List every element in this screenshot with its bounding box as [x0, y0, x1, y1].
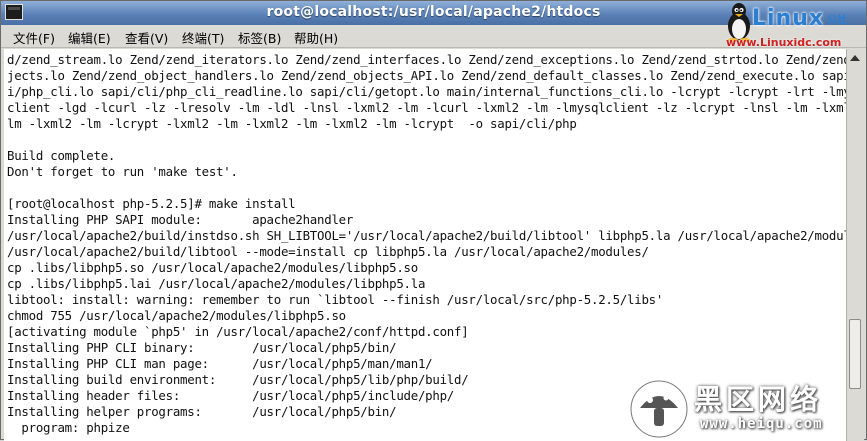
terminal-line: Installing PHP CLI man page: /usr/local/… — [7, 356, 433, 371]
terminal-line: d/zend_stream.lo Zend/zend_iterators.lo … — [7, 52, 846, 67]
menu-view[interactable]: 查看(V) — [125, 28, 168, 47]
menu-help[interactable]: 帮助(H) — [294, 28, 338, 47]
linuxidc-watermark: Linux 公社 www.Linuxidc.com — [722, 2, 867, 52]
heiqu-watermark: 黑区网络 www.heiqu.com — [628, 378, 863, 440]
linux-logo-url: www.Linuxidc.com — [726, 36, 842, 49]
terminal-line: Installing PHP CLI binary: /usr/local/ph… — [7, 340, 397, 355]
heiqu-mushroom-icon — [630, 380, 688, 438]
terminal-line: Build complete. — [7, 148, 116, 163]
terminal-line: Installing header files: /usr/local/php5… — [7, 388, 455, 403]
terminal-line: program: phpize — [7, 420, 130, 435]
heiqu-url: www.heiqu.com — [700, 416, 823, 432]
terminal-line: [root@localhost php-5.2.5]# make install — [7, 196, 296, 211]
heiqu-title: 黑区网络 — [694, 383, 823, 416]
terminal-line: Installing helper programs: /usr/local/p… — [7, 404, 397, 419]
terminal-line: jects.lo Zend/zend_object_handlers.lo Ze… — [7, 68, 846, 83]
terminal-line: cp .libs/libphp5.lai /usr/local/apache2/… — [7, 276, 426, 291]
terminal-line: /usr/local/apache2/build/libtool --mode=… — [7, 244, 649, 259]
terminal-line: [activating module `php5' in /usr/local/… — [7, 324, 469, 339]
linux-logo-sub: 公社 — [827, 15, 847, 26]
terminal-line: chmod 755 /usr/local/apache2/modules/lib… — [7, 308, 346, 323]
terminal-line: lm -lxml2 -lm -lcrypt -lxml2 -lm -lxml2 … — [7, 116, 577, 131]
terminal-line: Installing build environment: /usr/local… — [7, 372, 469, 387]
terminal-line: Installing PHP SAPI module: apache2handl… — [7, 212, 354, 227]
terminal-line: Don't forget to run 'make test'. — [7, 164, 238, 179]
scroll-up-icon[interactable] — [850, 55, 860, 61]
terminal-line: libtool: install: warning: remember to r… — [7, 292, 664, 307]
menu-terminal[interactable]: 终端(T) — [182, 28, 224, 47]
linux-logo-text: Linux — [752, 6, 825, 31]
terminal-line: cp .libs/libphp5.so /usr/local/apache2/m… — [7, 260, 418, 275]
terminal-line: client -lgd -lcurl -lz -lresolv -lm -ldl… — [7, 100, 846, 115]
terminal-line: i/php_cli.lo sapi/cli/php_cli_readline.l… — [7, 84, 846, 99]
menu-edit[interactable]: 编辑(E) — [68, 28, 111, 47]
terminal-line: /usr/local/apache2/build/instdso.sh SH_L… — [7, 228, 846, 243]
terminal-window: root@localhost:/usr/local/apache2/htdocs… — [0, 0, 867, 441]
menu-file[interactable]: 文件(F) — [13, 28, 55, 47]
menu-tabs[interactable]: 标签(B) — [238, 28, 281, 47]
